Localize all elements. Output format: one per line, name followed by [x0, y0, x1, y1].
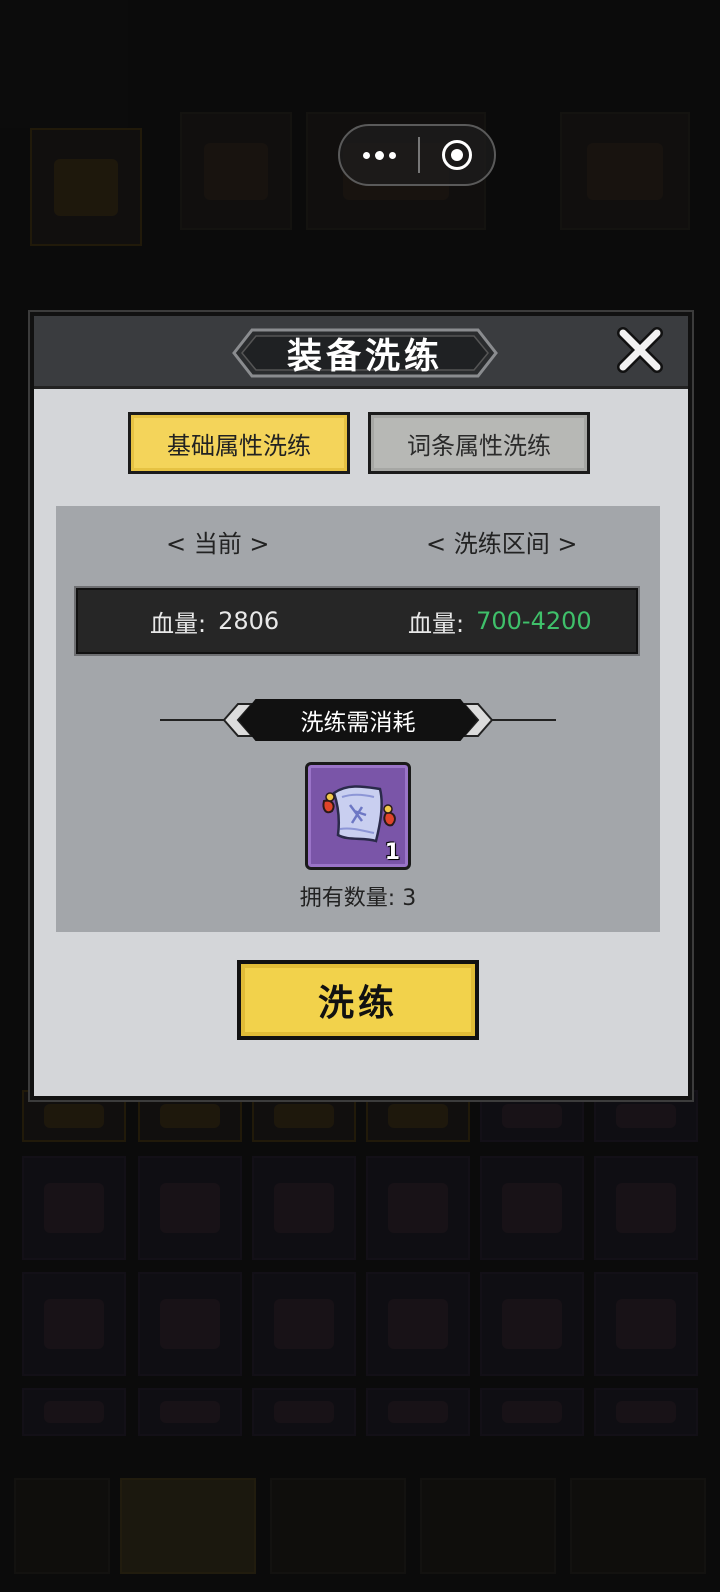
tab-basic-attributes[interactable]: 基础属性洗练 — [128, 412, 350, 474]
current-stat-value: 2806 — [218, 607, 280, 635]
range-stat: 血量: 700-4200 — [408, 590, 592, 652]
equipment-refine-dialog: 装备洗练 基础属性洗练 词条属性洗练 < 当前 > < 洗练区间 > 血量: 2… — [30, 312, 692, 1100]
cost-heading-label: 洗练需消耗 — [300, 710, 416, 736]
range-stat-label: 血量: — [408, 609, 465, 638]
current-stat-label: 血量: — [150, 609, 207, 638]
close-icon — [617, 327, 663, 373]
target-circle-icon — [442, 140, 472, 170]
close-miniprogram-button[interactable] — [420, 140, 494, 170]
dialog-header: 装备洗练 — [34, 316, 688, 389]
cost-item-slot[interactable]: 1 — [305, 762, 411, 870]
stat-row: 血量: 2806 血量: 700-4200 — [76, 588, 638, 654]
current-column-heading: < 当前 > — [166, 530, 270, 558]
refine-panel: < 当前 > < 洗练区间 > 血量: 2806 血量: 700-4200 洗练… — [56, 506, 660, 932]
current-stat: 血量: 2806 — [150, 590, 279, 652]
range-stat-value: 700-4200 — [476, 607, 592, 635]
refine-button[interactable]: 洗练 — [237, 960, 479, 1040]
dialog-title: 装备洗练 — [286, 335, 443, 377]
range-column-heading: < 洗练区间 > — [426, 530, 578, 558]
title-plate: 装备洗练 — [220, 326, 510, 380]
owned-quantity: 拥有数量: 3 — [299, 886, 417, 911]
cost-heading: 洗练需消耗 — [160, 696, 556, 744]
more-menu-button[interactable] — [340, 126, 418, 184]
tab-affix-attributes[interactable]: 词条属性洗练 — [368, 412, 590, 474]
close-button[interactable] — [612, 324, 668, 378]
more-dots-icon — [362, 151, 370, 159]
miniprogram-capsule — [338, 124, 496, 186]
item-count: 1 — [384, 840, 400, 865]
